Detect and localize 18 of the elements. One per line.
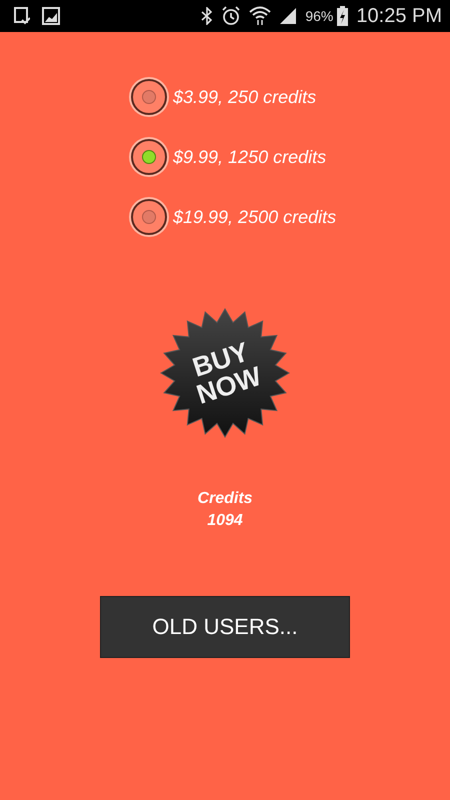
bluetooth-icon (201, 7, 214, 25)
credits-label: Credits (197, 489, 253, 509)
wifi-icon (249, 6, 272, 26)
option-label: $9.99, 1250 credits (173, 146, 326, 168)
option-label: $3.99, 250 credits (173, 86, 316, 108)
clock-time: 10:25 PM (356, 4, 442, 28)
old-users-button[interactable]: OLD USERS... (100, 596, 350, 658)
alarm-clock-icon (221, 6, 242, 26)
radio-button[interactable] (131, 79, 167, 115)
tablet-check-icon (14, 7, 30, 25)
battery-charging-icon (337, 6, 348, 26)
signal-icon (279, 7, 298, 25)
option-label: $19.99, 2500 credits (173, 206, 336, 228)
battery-percent: 96% (305, 8, 334, 24)
radio-button[interactable] (131, 139, 167, 175)
credits-value: 1094 (207, 511, 243, 531)
radio-button[interactable] (131, 199, 167, 235)
image-icon (42, 7, 60, 25)
